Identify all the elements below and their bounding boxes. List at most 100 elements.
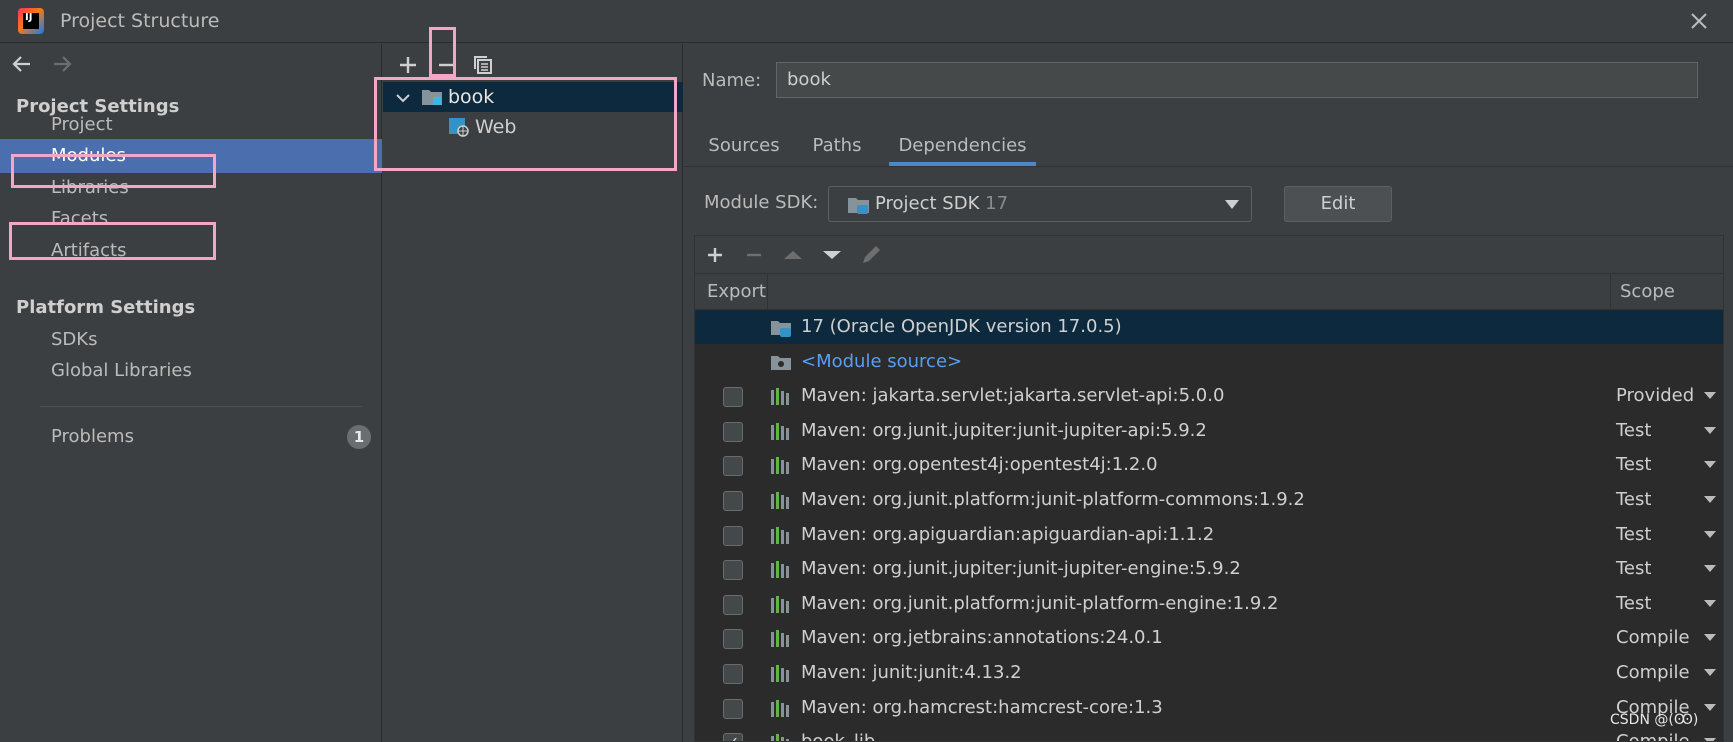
- export-checkbox[interactable]: [723, 629, 743, 649]
- dependency-name: Maven: org.jetbrains:annotations:24.0.1: [801, 627, 1163, 648]
- export-column-header[interactable]: Export: [707, 274, 766, 310]
- scope-dropdown[interactable]: Compile: [1616, 656, 1690, 690]
- intellij-logo-icon: IJ: [18, 8, 44, 34]
- settings-sidebar: Project Settings Project Modules Libraries…: [0, 44, 382, 742]
- library-icon: [771, 665, 789, 682]
- chevron-down-icon[interactable]: [1704, 427, 1716, 434]
- chevron-down-icon[interactable]: [1704, 461, 1716, 468]
- chevron-down-icon[interactable]: [1704, 669, 1716, 676]
- dependency-row[interactable]: book_libCompile: [695, 725, 1723, 741]
- sidebar-item-problems[interactable]: Problems: [0, 420, 382, 454]
- scope-dropdown[interactable]: Test: [1616, 414, 1651, 448]
- dependency-row[interactable]: Maven: org.apiguardian:apiguardian-api:1…: [695, 518, 1723, 552]
- dependency-name: <Module source>: [801, 351, 963, 372]
- dependencies-header: Export Scope: [695, 274, 1723, 310]
- back-arrow-icon[interactable]: [10, 52, 34, 76]
- add-dependency-icon[interactable]: [701, 241, 729, 269]
- sidebar-item-label: Problems: [51, 426, 134, 447]
- export-checkbox[interactable]: [723, 526, 743, 546]
- export-checkbox[interactable]: [723, 664, 743, 684]
- library-icon: [771, 596, 789, 613]
- dependency-row[interactable]: <Module source>: [695, 345, 1723, 379]
- problems-count-badge: 1: [347, 425, 371, 449]
- export-checkbox[interactable]: [723, 491, 743, 511]
- export-checkbox[interactable]: [723, 595, 743, 615]
- sidebar-item-global-libraries[interactable]: Global Libraries: [0, 354, 382, 388]
- export-checkbox[interactable]: [723, 456, 743, 476]
- dependency-row[interactable]: Maven: org.junit.platform:junit-platform…: [695, 587, 1723, 621]
- dependency-name: Maven: org.junit.platform:junit-platform…: [801, 593, 1279, 614]
- move-up-icon[interactable]: [779, 241, 807, 269]
- tab-dependencies[interactable]: Dependencies: [889, 130, 1036, 166]
- name-label: Name:: [702, 70, 762, 91]
- facets-highlight: [9, 222, 216, 260]
- dependency-row[interactable]: Maven: org.junit.jupiter:junit-jupiter-e…: [695, 552, 1723, 586]
- chevron-down-icon[interactable]: [1704, 738, 1716, 741]
- export-checkbox[interactable]: [723, 422, 743, 442]
- export-checkbox[interactable]: [723, 560, 743, 580]
- chevron-down-icon[interactable]: [1704, 634, 1716, 641]
- library-icon: [771, 457, 789, 474]
- chevron-down-icon[interactable]: [1704, 565, 1716, 572]
- column-separator: [767, 274, 768, 310]
- chevron-down-icon[interactable]: [1704, 496, 1716, 503]
- window-title: Project Structure: [60, 10, 220, 32]
- scope-column-header[interactable]: Scope: [1620, 274, 1675, 310]
- module-details-panel: Name: book Sources Paths Dependencies Modu…: [684, 44, 1733, 742]
- edit-pencil-icon[interactable]: [857, 241, 885, 269]
- chevron-down-icon[interactable]: [1704, 531, 1716, 538]
- dependency-row[interactable]: 17 (Oracle OpenJDK version 17.0.5): [695, 310, 1723, 344]
- column-separator: [1610, 274, 1611, 310]
- dependency-row[interactable]: Maven: org.junit.platform:junit-platform…: [695, 483, 1723, 517]
- sdk-folder-icon: [848, 198, 869, 214]
- scope-dropdown[interactable]: Compile: [1616, 621, 1690, 655]
- dependency-row[interactable]: Maven: org.opentest4j:opentest4j:1.2.0 Te…: [695, 448, 1723, 482]
- edit-sdk-button[interactable]: Edit: [1284, 186, 1392, 222]
- scope-dropdown[interactable]: Test: [1616, 552, 1651, 586]
- dependency-name: Maven: jakarta.servlet:jakarta.servlet-a…: [801, 385, 1225, 406]
- sdk-folder-icon: [771, 321, 791, 337]
- dependency-row[interactable]: Maven: junit:junit:4.13.2 Compile: [695, 656, 1723, 690]
- forward-arrow-icon[interactable]: [50, 52, 74, 76]
- export-checkbox[interactable]: [723, 387, 743, 407]
- tab-paths[interactable]: Paths: [808, 130, 866, 166]
- sidebar-item-project[interactable]: Project: [0, 108, 382, 142]
- dependency-row[interactable]: Maven: org.junit.jupiter:junit-jupiter-a…: [695, 414, 1723, 448]
- dependency-row[interactable]: Maven: org.hamcrest:hamcrest-core:1.3 Com…: [695, 691, 1723, 725]
- scope-dropdown[interactable]: Provided: [1616, 379, 1694, 413]
- add-icon[interactable]: [393, 50, 423, 80]
- module-sdk-label: Module SDK:: [704, 192, 819, 213]
- chevron-down-icon[interactable]: [1704, 704, 1716, 711]
- dependency-row[interactable]: Maven: jakarta.servlet:jakarta.servlet-a…: [695, 379, 1723, 413]
- module-sdk-dropdown[interactable]: Project SDK 17: [828, 186, 1252, 222]
- dependency-name: Maven: org.junit.platform:junit-platform…: [801, 489, 1305, 510]
- title-bar: IJ Project Structure: [0, 0, 1733, 43]
- sidebar-item-sdks[interactable]: SDKs: [0, 323, 382, 357]
- scope-dropdown[interactable]: Test: [1616, 448, 1651, 482]
- platform-settings-heading: Platform Settings: [16, 297, 196, 318]
- remove-dependency-icon[interactable]: [740, 241, 768, 269]
- scope-dropdown[interactable]: Test: [1616, 518, 1651, 552]
- scope-dropdown[interactable]: Test: [1616, 483, 1651, 517]
- dependency-row[interactable]: Maven: org.jetbrains:annotations:24.0.1 C…: [695, 621, 1723, 655]
- chevron-down-icon[interactable]: [1704, 392, 1716, 399]
- modules-highlight: [11, 154, 216, 188]
- copy-icon[interactable]: [468, 50, 498, 80]
- tab-divider: [684, 166, 1733, 167]
- module-name-input[interactable]: book: [776, 62, 1698, 98]
- export-checkbox[interactable]: [723, 726, 743, 741]
- export-checkbox[interactable]: [723, 699, 743, 719]
- chevron-down-icon[interactable]: [1704, 600, 1716, 607]
- library-icon: [771, 527, 789, 544]
- tab-sources[interactable]: Sources: [702, 130, 786, 166]
- dependencies-table: Export Scope 17 (Oracle OpenJDK version …: [694, 235, 1724, 742]
- module-tree-highlight: [374, 77, 677, 171]
- source-folder-icon: [771, 356, 791, 370]
- library-icon: [771, 492, 789, 509]
- close-icon[interactable]: [1686, 8, 1712, 34]
- library-icon: [771, 423, 789, 440]
- dependency-name: Maven: junit:junit:4.13.2: [801, 662, 1022, 683]
- move-down-icon[interactable]: [818, 241, 846, 269]
- dependency-name: Maven: org.opentest4j:opentest4j:1.2.0: [801, 454, 1158, 475]
- scope-dropdown[interactable]: Test: [1616, 587, 1651, 621]
